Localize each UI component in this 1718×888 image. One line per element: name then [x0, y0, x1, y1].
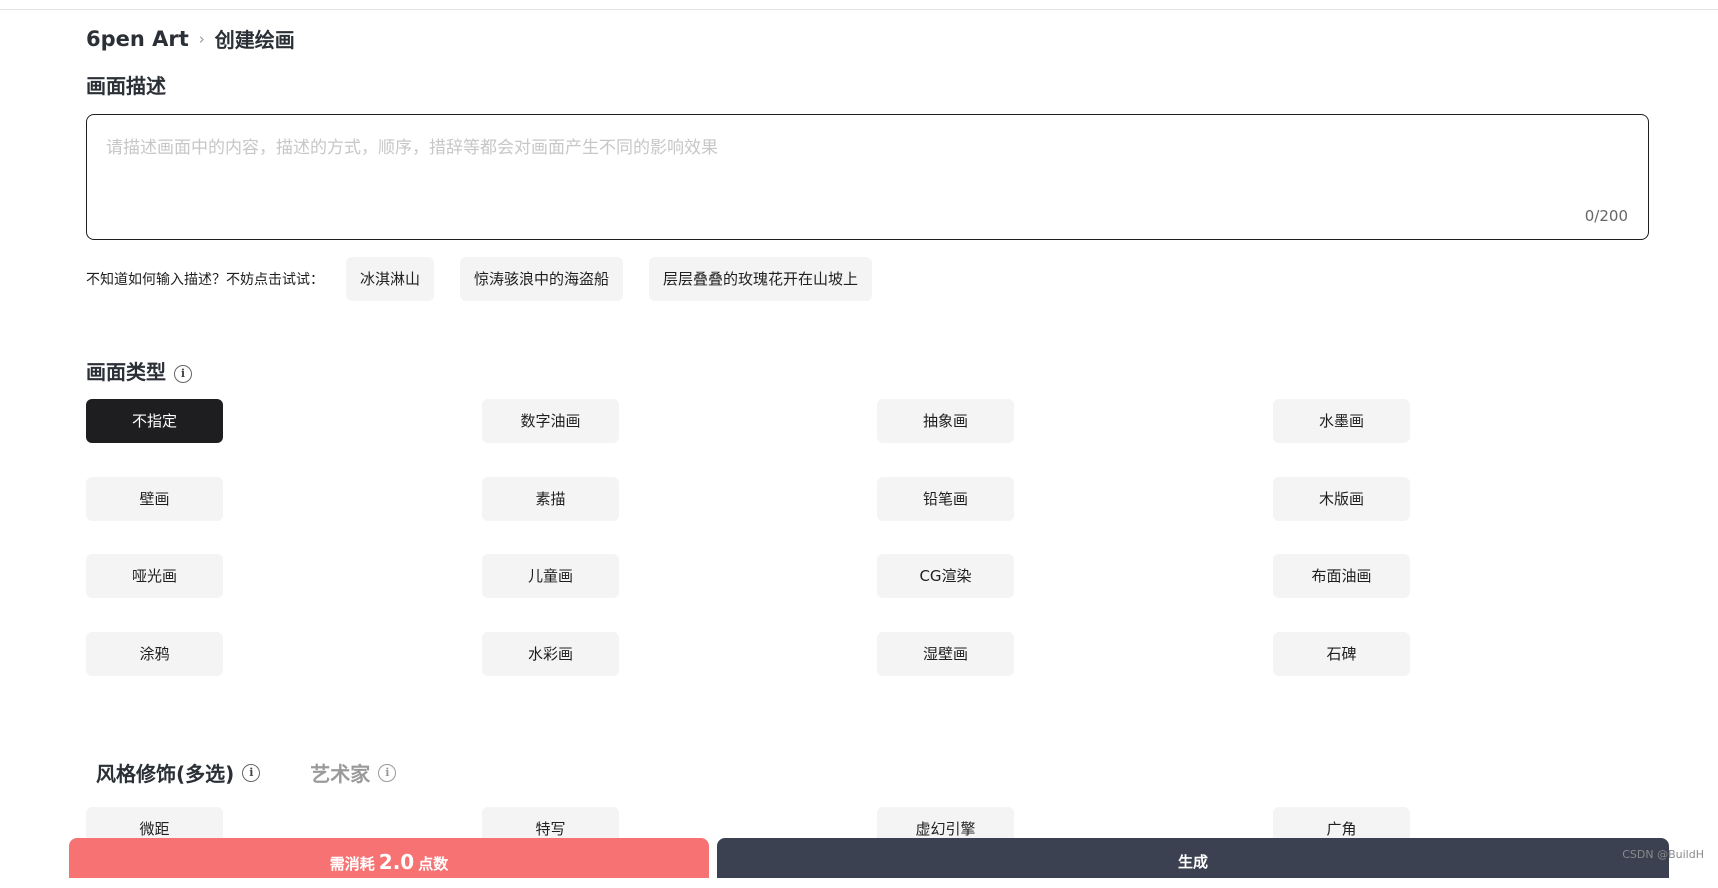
description-title: 画面描述	[86, 74, 166, 98]
picture-type-option[interactable]: 木版画	[1273, 477, 1410, 521]
picture-type-option[interactable]: 涂鸦	[86, 632, 223, 676]
top-divider	[0, 9, 1718, 10]
picture-type-heading: 画面类型 i	[86, 356, 192, 385]
breadcrumb-home-link[interactable]: 6pen Art	[86, 27, 189, 51]
info-icon[interactable]: i	[242, 763, 261, 782]
info-icon[interactable]: i	[174, 364, 192, 383]
picture-type-option[interactable]: 抽象画	[877, 399, 1014, 443]
picture-type-option[interactable]: 布面油画	[1273, 554, 1410, 598]
tab-artist-label: 艺术家	[310, 762, 371, 786]
picture-type-option[interactable]: 铅笔画	[877, 477, 1014, 521]
description-input[interactable]	[106, 133, 1606, 213]
picture-type-option[interactable]: 壁画	[86, 477, 223, 521]
picture-type-option[interactable]: 水墨画	[1273, 399, 1410, 443]
generate-button[interactable]: 生成	[717, 838, 1669, 878]
style-tabs: 风格修饰(多选) i 艺术家 i	[96, 758, 446, 787]
description-input-box: 0/200	[86, 114, 1649, 240]
cost-value: 2.0	[378, 850, 415, 874]
watermark: CSDN @BuildH	[1622, 848, 1704, 861]
picture-type-option[interactable]: 素描	[482, 477, 619, 521]
hint-chip[interactable]: 层层叠叠的玫瑰花开在山坡上	[649, 257, 873, 301]
picture-type-option[interactable]: 数字油画	[482, 399, 619, 443]
picture-type-option[interactable]: 哑光画	[86, 554, 223, 598]
tab-style-label: 风格修饰(多选)	[96, 762, 235, 786]
picture-type-title: 画面类型	[86, 360, 166, 384]
tab-artist[interactable]: 艺术家 i	[310, 758, 397, 787]
cost-prefix: 需消耗	[329, 855, 375, 873]
info-icon[interactable]: i	[378, 763, 397, 782]
hint-chip[interactable]: 冰淇淋山	[346, 257, 435, 301]
picture-type-option[interactable]: CG渲染	[877, 554, 1014, 598]
picture-type-option[interactable]: 儿童画	[482, 554, 619, 598]
breadcrumb-current: 创建绘画	[214, 28, 295, 52]
cost-bar: 需消耗 2.0 点数	[69, 838, 709, 878]
generate-label: 生成	[1177, 853, 1208, 871]
picture-type-option[interactable]: 湿壁画	[877, 632, 1014, 676]
chevron-right-icon: ›	[198, 29, 205, 48]
tab-style[interactable]: 风格修饰(多选) i	[96, 758, 261, 787]
picture-type-option[interactable]: 石碑	[1273, 632, 1410, 676]
breadcrumb: 6pen Art › 创建绘画	[86, 24, 295, 53]
picture-type-option-selected[interactable]: 不指定	[86, 399, 223, 443]
char-counter: 0/200	[1584, 207, 1628, 225]
picture-type-option[interactable]: 水彩画	[482, 632, 619, 676]
hint-row: 不知道如何输入描述？不妨点击试试： 冰淇淋山 惊涛骇浪中的海盗船 层层叠叠的玫瑰…	[86, 257, 898, 301]
hint-chip[interactable]: 惊涛骇浪中的海盗船	[460, 257, 624, 301]
cost-suffix: 点数	[418, 855, 449, 873]
hint-label: 不知道如何输入描述？不妨点击试试：	[86, 272, 324, 288]
